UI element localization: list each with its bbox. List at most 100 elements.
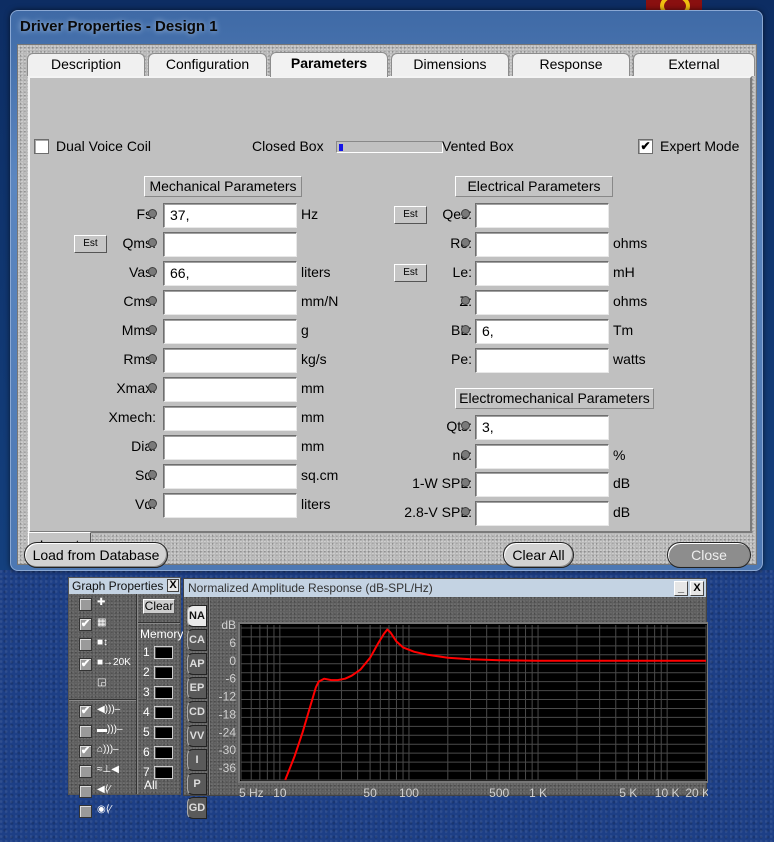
tab-response[interactable]: Response xyxy=(512,53,630,76)
unit-label: g xyxy=(301,322,309,338)
estimate-button[interactable]: Est xyxy=(394,206,427,224)
mechanical-field-fs[interactable]: 37, xyxy=(163,203,297,228)
mechanical-field-vas[interactable]: 66, xyxy=(163,261,297,286)
graph-toggle-checkbox[interactable] xyxy=(79,785,92,798)
crosshair-icon[interactable]: ✚ xyxy=(97,597,105,611)
clear-all-button[interactable]: Clear All xyxy=(503,542,574,568)
room-gain-icon[interactable]: ⌂)))– xyxy=(97,744,119,758)
mechanical-field-qms[interactable] xyxy=(163,232,297,257)
memory-slot-button[interactable] xyxy=(154,746,173,759)
memory-all-label[interactable]: All xyxy=(144,778,157,792)
mechanical-field-sd[interactable] xyxy=(163,464,297,489)
extend-20k-icon[interactable]: ■→20K xyxy=(97,657,131,671)
tab-parameters[interactable]: Parameters xyxy=(270,52,388,77)
memory-slot-label: 3 xyxy=(143,685,150,699)
unit-label: ohms xyxy=(613,235,648,251)
dual-voice-coil-checkbox[interactable] xyxy=(34,139,49,154)
tab-configuration[interactable]: Configuration xyxy=(148,53,267,76)
memory-slot-button[interactable] xyxy=(154,766,173,779)
graph-close-button[interactable]: X xyxy=(690,581,704,596)
autoscale-vertical-icon[interactable]: ■↕ xyxy=(97,637,108,651)
graph-tab-gd[interactable]: GD xyxy=(187,797,207,819)
memory-slot-button[interactable] xyxy=(154,646,173,659)
electromechanical-field-qts[interactable]: 3, xyxy=(475,415,609,440)
divider xyxy=(69,699,136,701)
status-led-icon xyxy=(148,267,157,276)
mechanical-field-mms[interactable] xyxy=(163,319,297,344)
electromechanical-field-1-wspl[interactable] xyxy=(475,472,609,497)
mechanical-field-cms[interactable] xyxy=(163,290,297,315)
expert-mode-label: Expert Mode xyxy=(660,138,740,154)
y-tick-label: 0 xyxy=(229,654,236,668)
estimate-button[interactable]: Est xyxy=(74,235,107,253)
graph-toggle-checkbox[interactable]: ✔ xyxy=(79,618,92,631)
close-button[interactable]: Close xyxy=(667,542,751,568)
graph-minimize-button[interactable]: _ xyxy=(674,581,688,596)
graph-toggle-checkbox[interactable] xyxy=(79,765,92,778)
unit-label: mH xyxy=(613,264,635,280)
electrical-field-le[interactable] xyxy=(475,261,609,286)
electrical-field-re[interactable] xyxy=(475,232,609,257)
estimate-button[interactable]: Est xyxy=(394,264,427,282)
plot-area xyxy=(238,622,708,783)
electrical-field-pe[interactable] xyxy=(475,348,609,373)
box-type-slider[interactable] xyxy=(336,141,443,153)
mechanical-field-rms[interactable] xyxy=(163,348,297,373)
electromechanical-field-no[interactable] xyxy=(475,443,609,469)
unit-label: ohms xyxy=(613,293,648,309)
graph-tab-ap[interactable]: AP xyxy=(187,653,207,675)
driver-response-curve-icon[interactable]: ◀⟨⁄ xyxy=(97,784,110,798)
status-led-icon xyxy=(148,238,157,247)
memory-slot-button[interactable] xyxy=(154,706,173,719)
sealed-box-icon[interactable]: ▬)))– xyxy=(97,724,123,738)
electrical-label: Pe: xyxy=(450,351,472,367)
electrical-field-qes[interactable] xyxy=(475,203,609,228)
window-title: Driver Properties - Design 1 xyxy=(20,18,218,35)
graph-properties-close-button[interactable]: X xyxy=(167,579,179,592)
expert-mode-checkbox[interactable]: ✔ xyxy=(638,139,653,154)
graph-toggle-checkbox[interactable] xyxy=(79,638,92,651)
memory-slot-label: 2 xyxy=(143,665,150,679)
graph-toggle-checkbox[interactable]: ✔ xyxy=(79,705,92,718)
graph-window: Normalized Amplitude Response (dB-SPL/Hz… xyxy=(183,578,708,819)
clear-memory-button[interactable]: Clear xyxy=(143,599,175,614)
port-response-curve-icon[interactable]: ◉⟨⁄ xyxy=(97,804,111,818)
mechanical-field-xmech[interactable] xyxy=(163,406,297,431)
memory-slot-button[interactable] xyxy=(154,726,173,739)
unit-label: mm/N xyxy=(301,293,339,309)
graph-toggle-checkbox[interactable]: ✔ xyxy=(79,658,92,671)
graph-tab-cd[interactable]: CD xyxy=(187,701,207,723)
electrical-field-bl[interactable]: 6, xyxy=(475,319,609,344)
graph-toggle-checkbox[interactable] xyxy=(79,725,92,738)
electromechanical-field-28-vspl[interactable] xyxy=(475,500,609,526)
grid-icon[interactable]: ▦ xyxy=(97,617,106,631)
graph-toggle-checkbox[interactable]: ✔ xyxy=(79,745,92,758)
mechanical-field-xmax[interactable] xyxy=(163,377,297,402)
x-tick-label: 500 xyxy=(489,786,509,797)
unit-label: dB xyxy=(613,475,631,491)
graph-tab-p[interactable]: P xyxy=(187,773,207,795)
memory-slot-button[interactable] xyxy=(154,666,173,679)
tab-external[interactable]: External xyxy=(633,53,755,76)
graph-tab-i[interactable]: I xyxy=(187,749,207,771)
graph-toggle-checkbox[interactable] xyxy=(79,598,92,611)
unit-label: liters xyxy=(301,496,331,512)
crossover-network-icon[interactable]: ≈⊥◀ xyxy=(97,764,119,778)
electrical-field-z[interactable] xyxy=(475,290,609,315)
status-led-icon xyxy=(148,325,157,334)
graph-tab-na[interactable]: NA xyxy=(187,605,207,627)
memory-slot-label: 1 xyxy=(143,645,150,659)
resize-corner-icon[interactable]: ◲ xyxy=(97,677,106,691)
mechanical-field-dia[interactable] xyxy=(163,435,297,460)
graph-tab-vv[interactable]: VV xyxy=(187,725,207,747)
tab-dimensions[interactable]: Dimensions xyxy=(391,53,509,76)
tab-description[interactable]: Description xyxy=(27,53,145,76)
unit-label: sq.cm xyxy=(301,467,339,483)
graph-tab-ca[interactable]: CA xyxy=(187,629,207,651)
driver-freeair-icon[interactable]: ◀)))– xyxy=(97,704,120,718)
memory-slot-button[interactable] xyxy=(154,686,173,699)
load-from-database-button[interactable]: Load from Database xyxy=(24,542,168,568)
graph-toggle-checkbox[interactable] xyxy=(79,805,92,818)
mechanical-field-vd[interactable] xyxy=(163,493,297,518)
graph-tab-ep[interactable]: EP xyxy=(187,677,207,699)
